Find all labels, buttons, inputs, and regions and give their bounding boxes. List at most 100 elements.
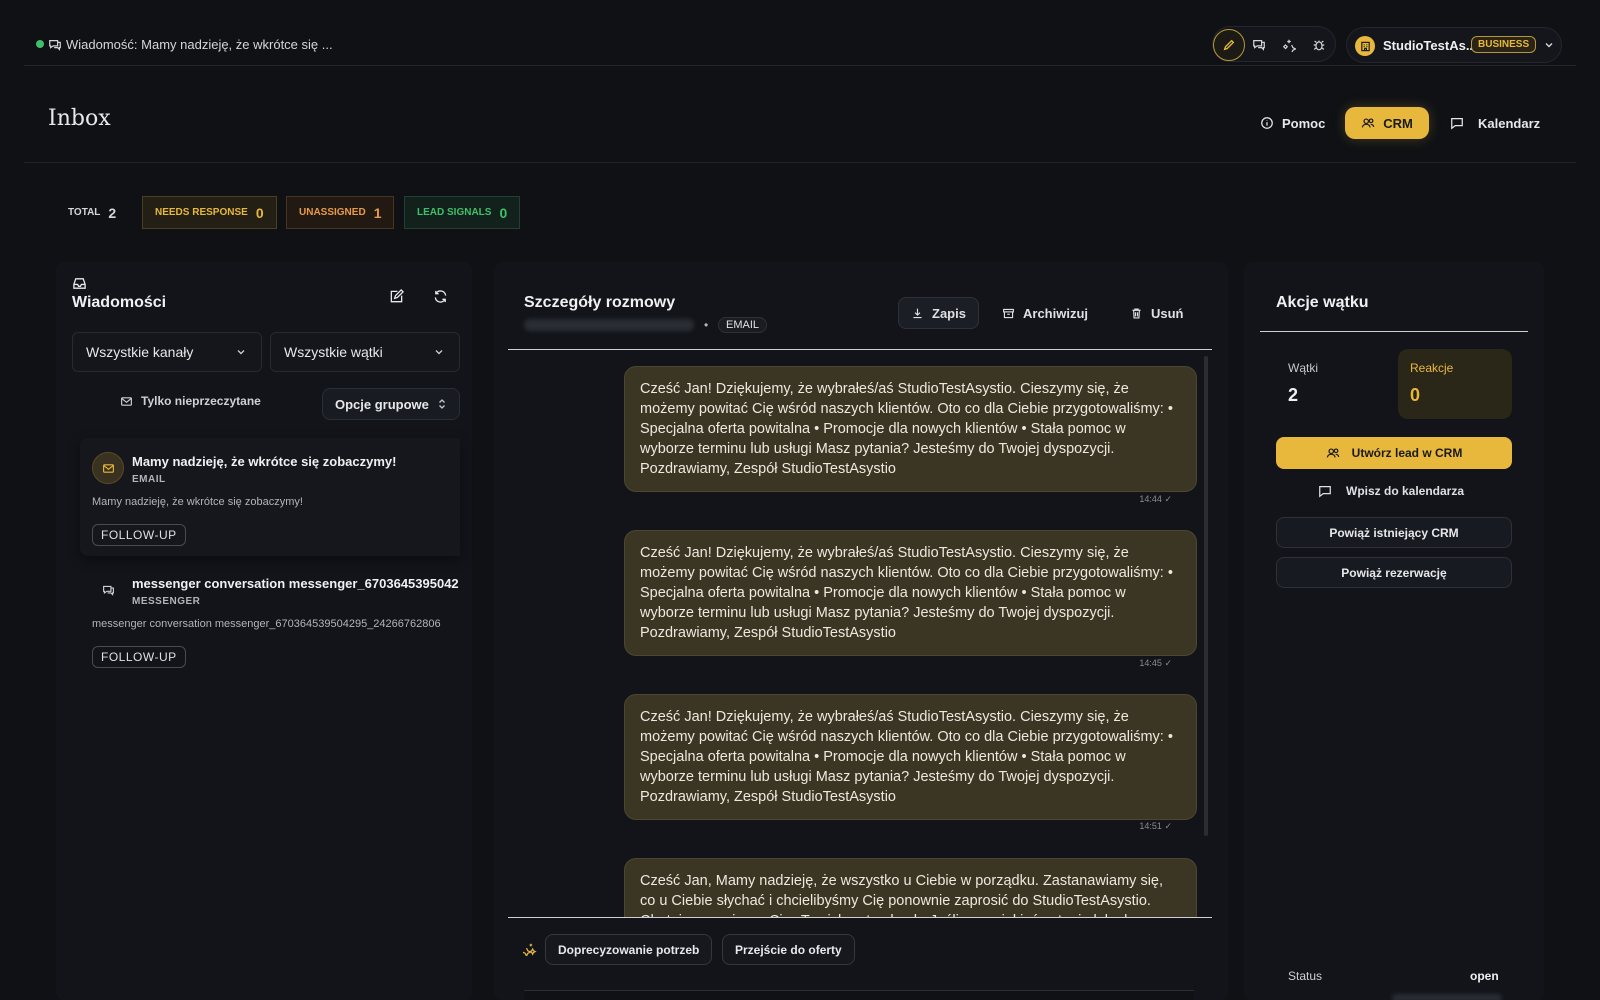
thread-tag[interactable]: FOLLOW-UP [92,524,186,546]
top-bar [24,0,1576,66]
calendar-label: Kalendarz [1478,115,1541,131]
stat-lead-signals[interactable]: LEAD SIGNALS 0 [404,196,521,229]
refresh-icon [433,289,448,304]
online-status-dot [36,40,44,48]
unread-only-toggle[interactable]: Tylko nieprzeczytane [120,394,261,408]
message-bubble: Cześć Jan, Mamy nadzieję, że wszystko u … [624,858,1197,917]
chat-tool-button[interactable] [1243,29,1275,61]
chevron-down-icon [235,346,247,358]
status-value: open [1470,969,1499,983]
page-title: Inbox [48,106,111,131]
help-button[interactable]: Pomoc [1260,106,1325,140]
info-icon [1260,116,1274,130]
add-to-calendar-button[interactable]: Wpisz do kalendarza [1318,484,1464,498]
refresh-button[interactable] [426,282,454,310]
inbox-icon [72,276,87,291]
thread-tag[interactable]: FOLLOW-UP [92,646,186,668]
tool-group [1212,26,1336,62]
suggestion-chip[interactable]: Przejście do oferty [722,934,855,965]
stat-label: TOTAL [68,207,101,218]
save-button[interactable]: Zapis [898,297,979,329]
download-icon [911,307,924,320]
thread-item[interactable]: Mamy nadzieję, że wkrótce się zobaczymy!… [80,438,460,556]
message-meta: 14:45 ✓ [1139,658,1172,669]
help-label: Pomoc [1282,115,1326,131]
message-bubble: Cześć Jan! Dziękujemy, że wybrałeś/aś St… [624,366,1197,492]
delete-button[interactable]: Usuń [1118,297,1196,329]
redacted-field [1392,994,1502,1000]
link-crm-button[interactable]: Powiąż istniejący CRM [1276,517,1512,548]
save-label: Zapis [932,305,966,321]
message-time: 14:45 [1139,658,1162,668]
divider [24,162,1576,163]
stat-label: NEEDS RESPONSE [155,207,248,218]
stat-value: 1 [373,204,382,221]
channel-chip: EMAIL [718,317,768,333]
thread-preview: Mamy nadzieję, że wkrótce się zobaczymy! [92,496,303,508]
card-value: 0 [1410,385,1421,405]
chevron-down-icon [433,346,445,358]
chevron-updown-icon [437,398,447,410]
link-booking-button[interactable]: Powiąż rezerwację [1276,557,1512,588]
actions-title: Akcje wątku [1276,294,1369,311]
separator: • [704,318,709,332]
users-icon [1326,446,1340,460]
stat-label: LEAD SIGNALS [417,207,492,218]
messages-title: Wiadomości [72,294,167,311]
compose-button[interactable] [382,282,410,310]
chat-icon [48,38,62,52]
thread-title: messenger conversation messenger_6703645… [132,576,459,591]
archive-button[interactable]: Archiwizuj [990,297,1100,329]
chevron-down-icon [1543,39,1555,51]
message-meta: 14:51 ✓ [1139,821,1172,832]
edit-tool-button[interactable] [1213,29,1245,61]
channel-filter-select[interactable]: Wszystkie kanały [72,332,262,372]
status-label: Status [1288,969,1323,983]
stat-label: UNASSIGNED [299,207,366,218]
divider [508,917,1212,918]
account-switcher[interactable]: StudioTestAs... BUSINESS [1346,27,1562,63]
sparkle-tool-button[interactable] [1273,29,1305,61]
archive-label: Archiwizuj [1023,305,1089,321]
users-icon [1361,116,1375,130]
thread-preview: messenger conversation messenger_6703645… [92,618,441,630]
card-value: 2 [1288,385,1299,405]
plan-badge: BUSINESS [1471,36,1537,53]
thread-filter-select[interactable]: Wszystkie wątki [270,332,460,372]
calendar-button[interactable]: Kalendarz [1450,106,1540,140]
thread-item[interactable]: messenger conversation messenger_6703645… [80,560,460,678]
bug-tool-button[interactable] [1303,29,1335,61]
conversation-title: Szczegóły rozmowy [524,294,676,311]
message-meta: 14:44 ✓ [1139,494,1172,505]
reactions-count-card: Reakcje 0 [1398,349,1512,419]
create-lead-label: Utwórz lead w CRM [1351,446,1463,460]
threads-count-card: Wątki 2 [1276,349,1390,419]
create-lead-button[interactable]: Utwórz lead w CRM [1276,437,1512,469]
chat-icon [1450,116,1464,130]
composer[interactable] [524,990,1194,1000]
stat-total[interactable]: TOTAL 2 [56,196,128,229]
message-bubble: Cześć Jan! Dziękujemy, że wybrałeś/aś St… [624,530,1197,656]
mail-icon [120,395,133,408]
message-scrollbar[interactable] [1204,356,1208,836]
building-icon [1355,36,1375,56]
check-icon: ✓ [1164,658,1172,668]
group-options-button[interactable]: Opcje grupowe [322,388,460,420]
select-value: Wszystkie kanały [86,344,194,360]
compose-icon [389,288,404,304]
stat-value: 2 [108,204,117,221]
thread-title: Mamy nadzieję, że wkrótce się zobaczymy! [132,454,397,469]
chat-icon [92,574,124,606]
message-list: Cześć Jan! Dziękujemy, że wybrałeś/aś St… [508,352,1212,917]
stat-needs-response[interactable]: NEEDS RESPONSE 0 [142,196,277,229]
trash-icon [1130,307,1143,320]
suggestion-chip[interactable]: Doprecyzowanie potrzeb [545,934,713,965]
card-label: Reakcje [1410,361,1454,375]
divider [508,349,1212,350]
current-message-title[interactable]: Wiadomość: Mamy nadzieję, że wkrótce się… [66,37,333,52]
group-options-label: Opcje grupowe [335,396,429,412]
contact-email-redacted [524,319,694,331]
stat-unassigned[interactable]: UNASSIGNED 1 [286,196,395,229]
sparkle-icon [523,942,537,956]
crm-button[interactable]: CRM [1345,107,1429,139]
